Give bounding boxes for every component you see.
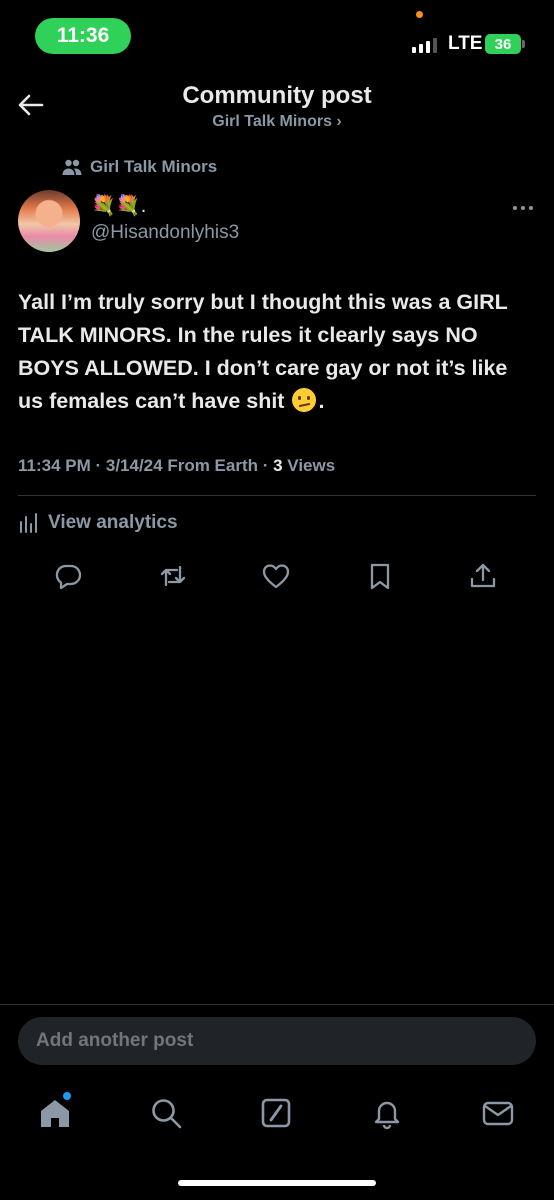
grok-icon[interactable] [259,1096,293,1130]
battery-icon [522,40,525,48]
like-icon[interactable] [261,561,291,591]
more-options-icon[interactable] [510,198,536,218]
notification-dot [63,1092,71,1100]
view-analytics-link[interactable]: View analytics [48,512,178,534]
post-metadata: 11:34 PM · 3/14/24 From Earth · 3 Views [18,456,335,476]
post-body: Yall I’m truly sorry but I thought this … [18,290,508,413]
notifications-icon[interactable] [370,1096,404,1130]
post-text: Yall I’m truly sorry but I thought this … [18,286,538,418]
author-handle[interactable]: @Hisandonlyhis3 [91,222,239,244]
battery-level: 36 [485,34,521,54]
repost-icon[interactable] [158,561,188,591]
author-display-name[interactable]: 💐💐. [91,193,146,218]
search-icon[interactable] [149,1096,183,1130]
views-label: Views [282,456,336,475]
post-timestamp: 11:34 PM · 3/14/24 From Earth · [18,456,274,475]
bookmark-icon[interactable] [365,561,395,591]
privacy-indicator-dot [416,11,423,18]
divider [18,495,536,496]
home-indicator[interactable] [178,1180,376,1186]
community-link[interactable]: Girl Talk Minors › [0,113,554,131]
add-post-placeholder: Add another post [36,1030,194,1051]
post-body-end: . [318,389,325,413]
home-icon[interactable] [38,1096,72,1130]
divider [0,1004,554,1005]
avatar[interactable] [18,190,80,252]
community-icon [62,158,82,176]
community-name[interactable]: Girl Talk Minors [90,157,217,177]
page-title: Community post [182,82,372,109]
share-icon[interactable] [468,561,498,591]
confused-face-icon [292,388,317,412]
messages-icon[interactable] [481,1096,515,1130]
reply-icon[interactable] [53,561,83,591]
add-post-input[interactable]: Add another post [18,1017,536,1065]
status-time: 11:36 [35,18,131,54]
network-type: LTE [448,33,483,54]
analytics-icon[interactable] [19,513,39,533]
cellular-signal-icon [412,37,437,53]
views-count: 3 [273,456,283,475]
